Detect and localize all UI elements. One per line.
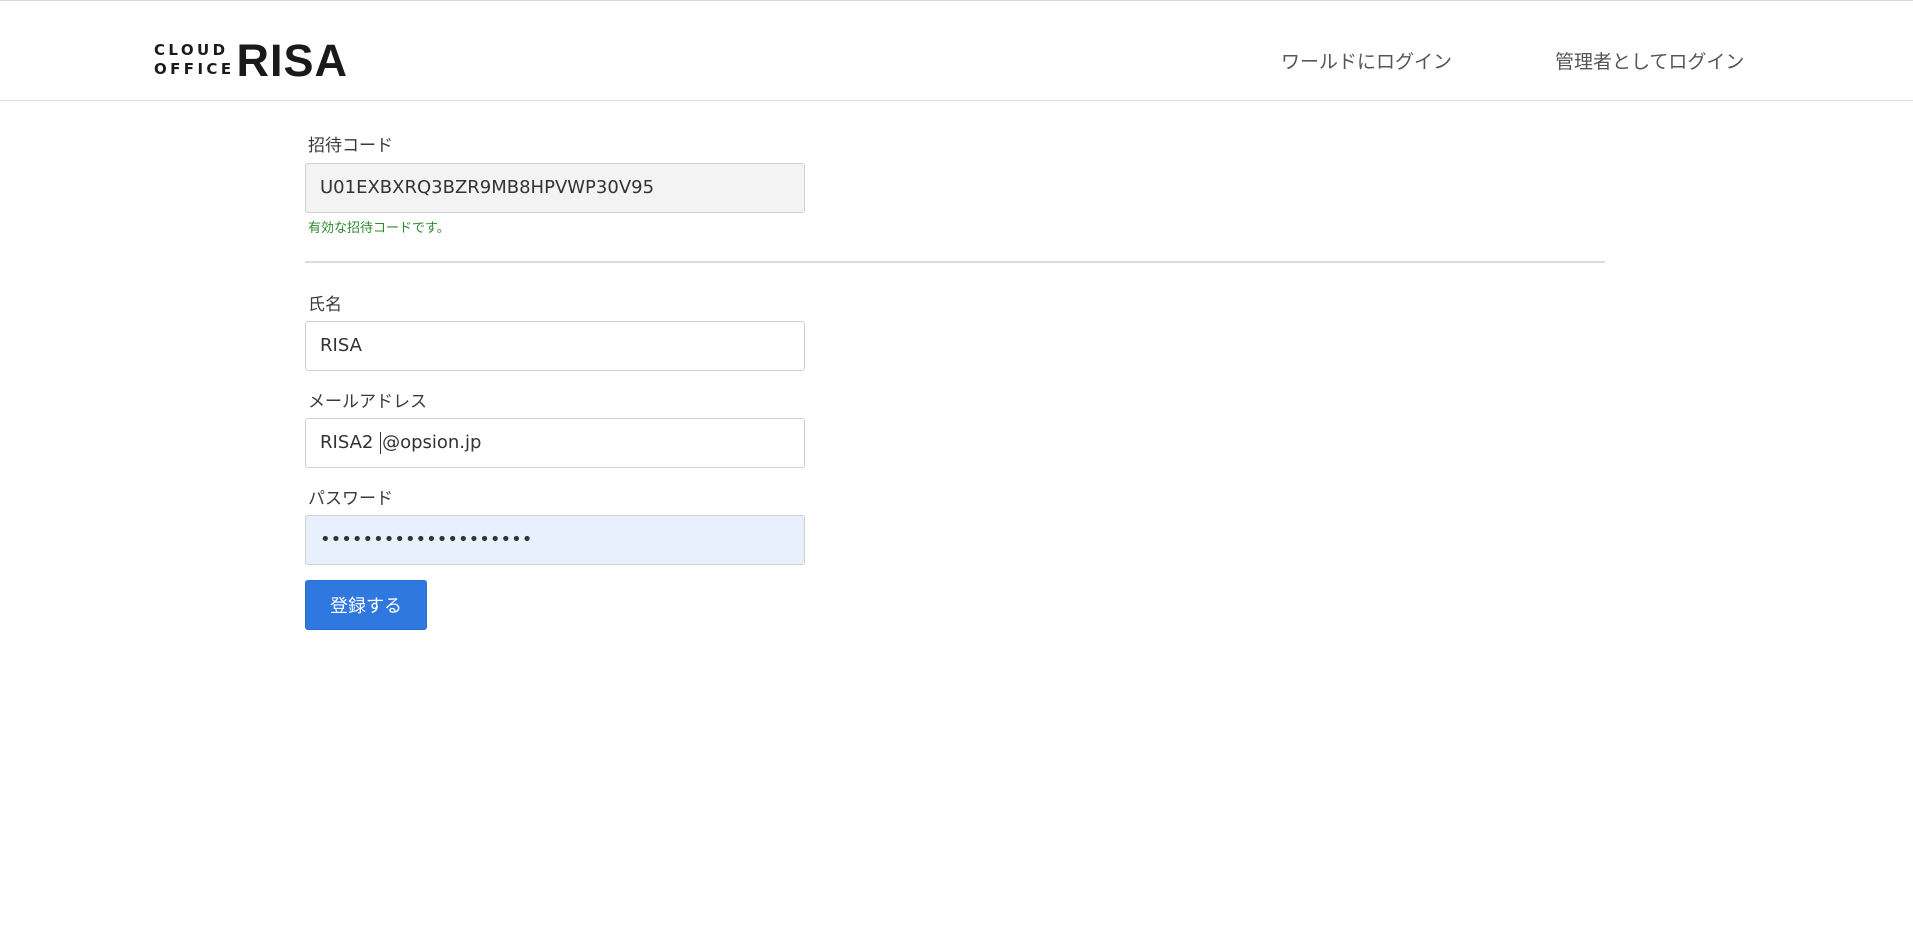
logo-line-cloud: CLOUD [154,41,229,59]
invite-code-label: 招待コード [308,136,393,156]
logo-risa-text: RISA [236,35,348,86]
password-input[interactable]: •••••••••••••••••••• [305,515,805,565]
admin-login-link[interactable]: 管理者としてログイン [1555,47,1744,74]
name-input[interactable]: RISA [305,321,805,371]
name-label: 氏名 [308,295,342,315]
text-caret [380,432,382,454]
register-button[interactable]: 登録する [305,580,427,630]
world-login-link[interactable]: ワールドにログイン [1281,47,1452,74]
cloud-office-risa-logo[interactable]: CLOUD OFFICE RISA [154,35,348,86]
top-navigation-bar: CLOUD OFFICE RISA ワールドにログイン 管理者としてログイン [0,1,1913,101]
email-value-after-caret: @opsion.jp [382,432,482,453]
logo-small-text: CLOUD OFFICE [154,41,234,79]
invite-code-input[interactable]: U01EXBXRQ3BZR9MB8HPVWP30V95 [305,163,805,213]
section-divider [305,261,1605,263]
password-label: パスワード [308,489,393,509]
email-value-before-caret: RISA2 [320,432,380,453]
email-input[interactable]: RISA2 @opsion.jp [305,418,805,468]
invite-code-valid-message: 有効な招待コードです。 [308,221,450,236]
logo-line-office: OFFICE [154,60,235,78]
email-label: メールアドレス [308,392,427,412]
